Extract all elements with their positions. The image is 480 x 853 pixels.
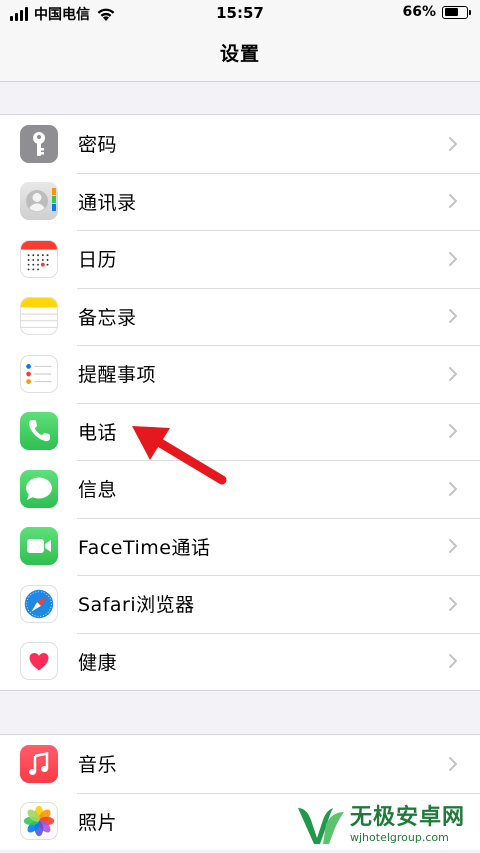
settings-item-label: 备忘录 [78, 306, 137, 329]
settings-item-label: Safari浏览器 [78, 594, 195, 617]
settings-item-label: 音乐 [78, 754, 118, 777]
status-bar: 中国电信 15:57 66% [0, 0, 480, 28]
settings-item-contacts[interactable]: 通讯录 [0, 172, 480, 231]
settings-item-calendar[interactable]: 日历 [0, 230, 480, 288]
battery-icon [442, 5, 471, 19]
contacts-icon [20, 182, 58, 221]
watermark-logo-icon [298, 807, 344, 844]
settings-item-safari[interactable]: Safari浏览器 [0, 575, 480, 633]
chevron-right-icon [449, 194, 457, 209]
chevron-right-icon [449, 596, 457, 611]
settings-item-label: 信息 [78, 479, 118, 502]
reminders-icon [20, 354, 58, 393]
battery-fill [444, 8, 459, 16]
notes-icon [20, 297, 58, 336]
music-icon [20, 744, 58, 783]
health-icon [20, 642, 58, 681]
settings-item-phone[interactable]: 电话 [0, 402, 480, 461]
settings-item-label: 照片 [78, 811, 118, 834]
photos-icon [20, 802, 58, 841]
watermark-title: 无极安卓网 [350, 804, 466, 830]
chevron-right-icon [449, 539, 457, 554]
settings-item-notes[interactable]: 备忘录 [0, 287, 480, 346]
settings-item-facetime[interactable]: FaceTime通话 [0, 517, 480, 576]
settings-item-passwords[interactable]: 密码 [0, 115, 480, 173]
chevron-right-icon [449, 481, 457, 496]
settings-item-reminders[interactable]: 提醒事项 [0, 345, 480, 403]
safari-icon [20, 584, 58, 623]
chevron-right-icon [449, 424, 457, 439]
watermark: 无极安卓网 wjhotelgroup.com [296, 796, 480, 853]
key-icon [20, 124, 58, 163]
facetime-icon [20, 527, 58, 566]
settings-item-label: 通讯录 [78, 191, 137, 214]
settings-item-label: 密码 [78, 134, 118, 157]
calendar-icon [20, 239, 58, 278]
messages-icon [20, 469, 58, 508]
pointer-arrow-icon [132, 426, 227, 485]
chevron-right-icon [449, 136, 457, 151]
phone-icon [20, 412, 58, 451]
settings-item-music[interactable]: 音乐 [0, 735, 480, 793]
settings-item-label: 提醒事项 [78, 364, 157, 387]
watermark-text: 无极安卓网 wjhotelgroup.com [350, 805, 465, 845]
chevron-right-icon [449, 309, 457, 324]
settings-item-label: 健康 [78, 651, 118, 674]
status-right: 66% [402, 4, 471, 20]
settings-item-label: FaceTime通话 [78, 536, 211, 559]
watermark-url: wjhotelgroup.com [350, 830, 449, 844]
battery-percent: 66% [402, 4, 436, 20]
navigation-bar: 设置 [0, 28, 480, 82]
page-title: 设置 [219, 43, 260, 65]
chevron-right-icon [449, 756, 457, 771]
chevron-right-icon [449, 654, 457, 669]
settings-group-apps: 密码 通讯录 日历 备忘录 提醒事项 电话 信息 FaceTime通话 Safa… [0, 114, 480, 691]
settings-item-health[interactable]: 健康 [0, 632, 480, 691]
settings-item-label: 电话 [78, 421, 118, 444]
chevron-right-icon [449, 366, 457, 381]
settings-item-messages[interactable]: 信息 [0, 460, 480, 518]
settings-item-label: 日历 [78, 249, 118, 272]
chevron-right-icon [449, 251, 457, 266]
